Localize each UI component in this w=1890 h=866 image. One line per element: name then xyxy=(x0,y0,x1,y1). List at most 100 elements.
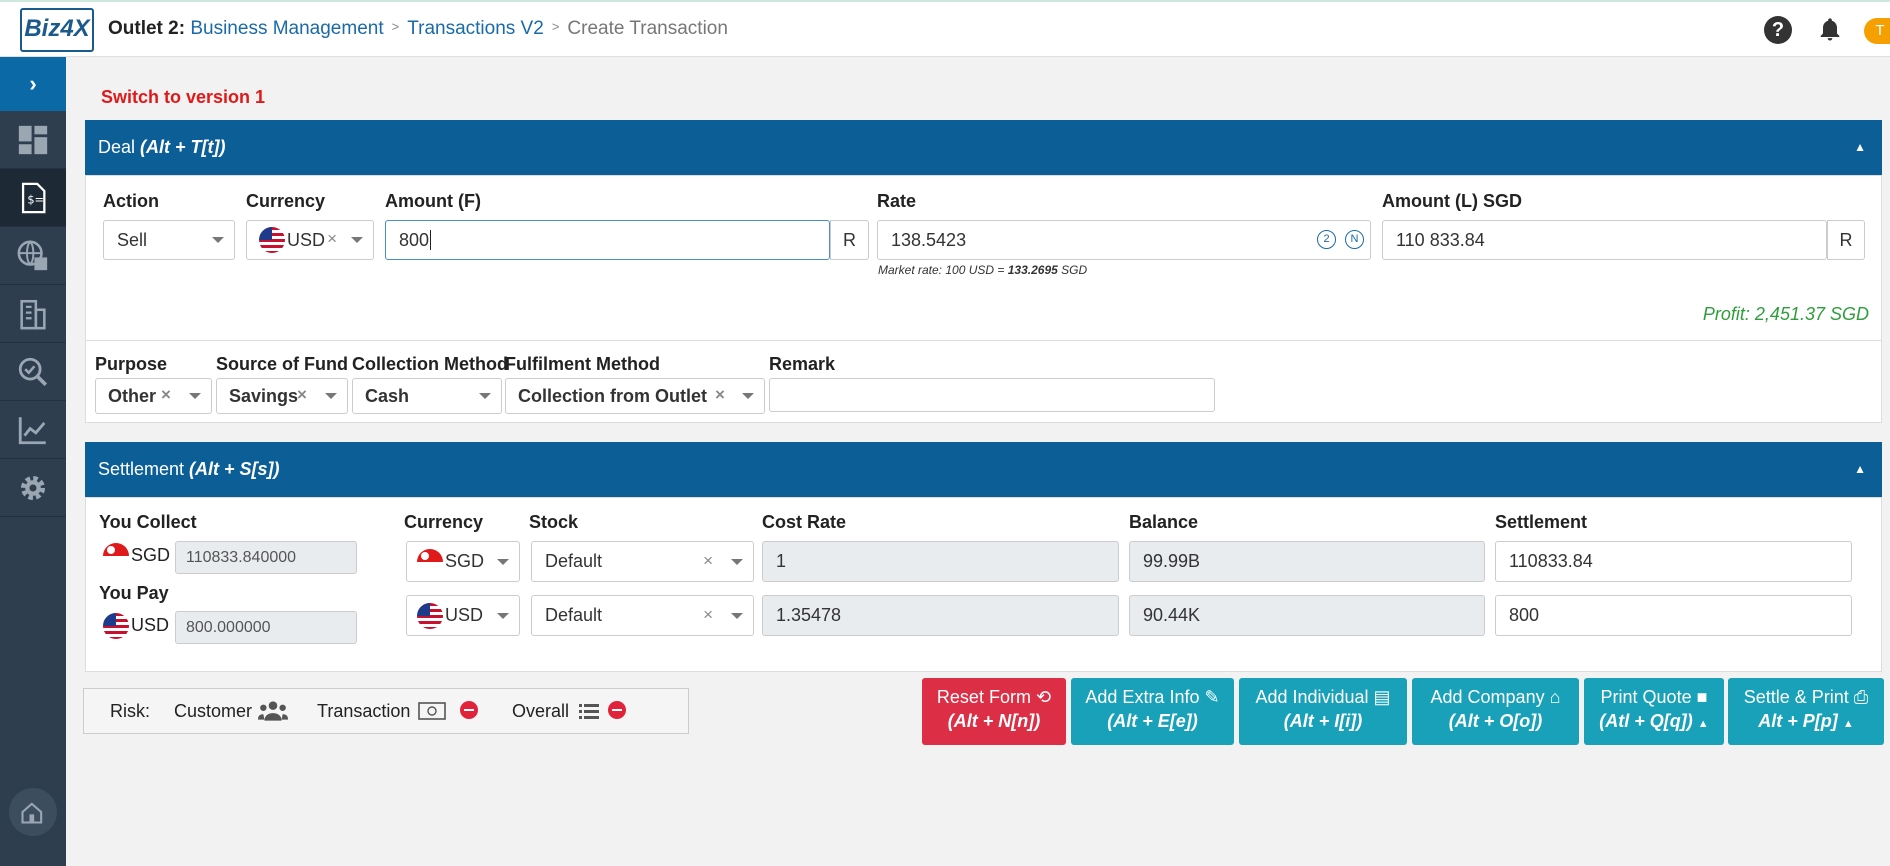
bank-icon: ⌂ xyxy=(1549,687,1561,707)
clear-icon[interactable]: × xyxy=(715,385,725,405)
sg-flag-icon xyxy=(103,543,129,569)
collect-settlement-input[interactable]: 110833.84 xyxy=(1495,541,1852,582)
globe-building-icon xyxy=(17,240,48,270)
refresh-icon: ⟲ xyxy=(1035,687,1052,707)
collapse-caret-icon[interactable]: ▲ xyxy=(1854,442,1866,497)
deal-panel-body: Action Currency Amount (F) Rate Amount (… xyxy=(85,175,1882,423)
pay-balance-field[interactable]: 90.44K xyxy=(1129,595,1485,636)
clear-icon[interactable]: × xyxy=(703,551,713,571)
pay-amount-field[interactable]: 800.000000 xyxy=(175,611,357,644)
action-label: Action xyxy=(103,191,159,211)
amount-l-value: 110 833.84 xyxy=(1396,229,1485,250)
amount-l-round-button[interactable]: R xyxy=(1827,220,1865,260)
app-logo[interactable]: Biz4X xyxy=(20,8,94,52)
users-icon xyxy=(258,700,288,727)
search-check-icon xyxy=(18,357,48,386)
remark-label: Remark xyxy=(769,354,836,374)
fulfilment-method-value: Collection from Outlet xyxy=(518,385,707,406)
collect-cost-rate-field[interactable]: 1 xyxy=(762,541,1119,582)
breadcrumb-separator-icon: > xyxy=(391,19,400,34)
print-quote-button[interactable]: Print Quote ■ (Atl + Q[q]) ▲ xyxy=(1584,678,1724,745)
balance-header: Balance xyxy=(1129,512,1199,532)
chevron-down-icon xyxy=(742,393,754,399)
collect-stock-select[interactable]: Default × xyxy=(531,541,754,582)
source-of-fund-select[interactable]: Savings × xyxy=(216,378,348,414)
deal-shortcut: (Alt + T[t]) xyxy=(140,137,226,157)
add-company-button[interactable]: Add Company ⌂ (Alt + O[o]) xyxy=(1412,678,1579,745)
settle-print-button[interactable]: Settle & Print ⎙ Alt + P[p] ▲ xyxy=(1728,678,1884,745)
settlement-panel-body: You Collect Currency Stock Cost Rate Bal… xyxy=(85,497,1882,672)
remark-textarea[interactable] xyxy=(769,378,1215,412)
purpose-value: Other xyxy=(108,385,157,406)
printer-icon: ⎙ xyxy=(1853,687,1869,707)
sidebar-item-reports[interactable] xyxy=(0,401,66,459)
svg-text:$=: $= xyxy=(27,192,44,206)
collect-currency-select[interactable]: SGD xyxy=(406,541,520,582)
bookmark-icon: ■ xyxy=(1696,687,1708,707)
risk-overall-status-icon xyxy=(608,701,626,719)
fulfilment-method-label: Fulfilment Method xyxy=(505,354,660,374)
currency-select[interactable]: USD × xyxy=(246,220,374,260)
collect-balance-field[interactable]: 99.99B xyxy=(1129,541,1485,582)
pay-stock-select[interactable]: Default × xyxy=(531,595,754,636)
chevron-down-icon xyxy=(351,237,363,243)
reset-form-button[interactable]: Reset Form ⟲ (Alt + N[n]) xyxy=(922,678,1066,745)
you-collect-label: You Collect xyxy=(99,512,197,532)
breadcrumb-transactions-v2[interactable]: Transactions V2 xyxy=(407,18,544,39)
money-bill-icon xyxy=(418,702,446,725)
sidebar-toggle-icon[interactable]: › xyxy=(0,57,66,111)
pay-settlement-input[interactable]: 800 xyxy=(1495,595,1852,636)
purpose-select[interactable]: Other × xyxy=(95,378,212,414)
settlement-header: Settlement xyxy=(1495,512,1588,532)
chevron-down-icon xyxy=(212,237,224,243)
clear-icon[interactable]: × xyxy=(297,385,307,405)
risk-label: Risk: xyxy=(110,701,150,721)
sidebar-item-outlets[interactable] xyxy=(0,227,66,285)
rate-indicator-n-icon[interactable]: N xyxy=(1345,230,1364,249)
caret-up-icon[interactable]: ▲ xyxy=(1698,718,1709,730)
switch-version-link[interactable]: Switch to version 1 xyxy=(101,87,265,108)
add-individual-button[interactable]: Add Individual ▤ (Alt + I[i]) xyxy=(1239,678,1407,745)
fulfilment-method-select[interactable]: Collection from Outlet × xyxy=(505,378,765,414)
breadcrumb-business-management[interactable]: Business Management xyxy=(190,18,383,39)
chart-line-icon xyxy=(18,416,46,444)
rate-indicator-2-icon[interactable]: 2 xyxy=(1317,230,1336,249)
sidebar-item-company[interactable] xyxy=(0,285,66,343)
amount-f-round-button[interactable]: R xyxy=(830,220,869,260)
sidebar-item-dashboard[interactable] xyxy=(0,111,66,169)
avatar[interactable]: T xyxy=(1864,18,1890,44)
deal-panel-header[interactable]: Deal (Alt + T[t]) ▲ xyxy=(85,120,1882,175)
settlement-panel-title: Settlement xyxy=(98,459,190,479)
collapse-caret-icon[interactable]: ▲ xyxy=(1854,120,1866,175)
bell-icon[interactable] xyxy=(1816,16,1844,44)
sidebar-item-settings[interactable] xyxy=(0,459,66,517)
chevron-down-icon xyxy=(189,393,201,399)
sidebar-item-transactions[interactable]: $= xyxy=(0,169,66,227)
chevron-down-icon xyxy=(731,612,743,619)
action-select[interactable]: Sell xyxy=(103,220,235,260)
us-flag-icon xyxy=(417,602,443,629)
caret-up-icon[interactable]: ▲ xyxy=(1843,718,1854,730)
collection-method-value: Cash xyxy=(365,385,410,406)
outlet-switch-icon[interactable] xyxy=(9,788,57,836)
pay-currency: USD xyxy=(103,613,169,639)
purpose-label: Purpose xyxy=(95,354,168,374)
amount-f-input[interactable]: 800 xyxy=(385,220,830,260)
collect-amount-field[interactable]: 110833.840000 xyxy=(175,541,357,574)
clear-icon[interactable]: × xyxy=(161,385,171,405)
rate-input[interactable]: 138.5423 xyxy=(877,220,1371,260)
sidebar-item-audit[interactable] xyxy=(0,343,66,401)
amount-l-label: Amount (L) SGD xyxy=(1382,191,1522,211)
settlement-panel-header[interactable]: Settlement (Alt + S[s]) ▲ xyxy=(85,442,1882,497)
stock-header: Stock xyxy=(529,512,579,532)
pay-cost-rate-field[interactable]: 1.35478 xyxy=(762,595,1119,636)
help-icon[interactable]: ? xyxy=(1764,16,1792,44)
amount-f-label: Amount (F) xyxy=(385,191,481,211)
pay-currency-select[interactable]: USD xyxy=(406,595,520,636)
collection-method-select[interactable]: Cash xyxy=(352,378,502,414)
add-extra-info-button[interactable]: Add Extra Info ✎ (Alt + E[e]) xyxy=(1071,678,1234,745)
clear-icon[interactable]: × xyxy=(703,605,713,625)
clear-icon[interactable]: × xyxy=(327,229,337,249)
profit-text: Profit: 2,451.37 SGD xyxy=(1702,304,1869,324)
amount-l-input[interactable]: 110 833.84 xyxy=(1382,220,1827,260)
